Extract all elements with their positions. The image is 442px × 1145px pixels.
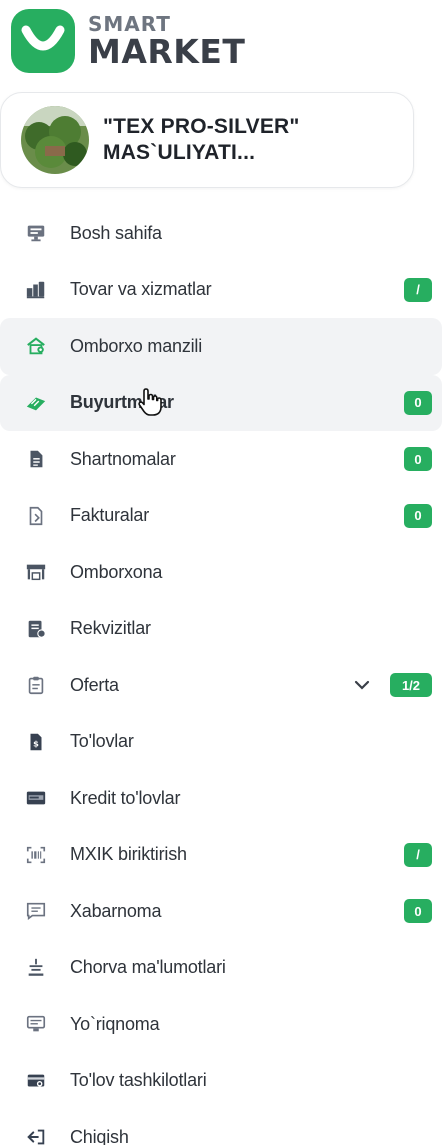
smart-market-logo-icon [11, 9, 75, 73]
invoice-icon [24, 504, 48, 528]
menu-item-omborxo-manzili[interactable]: Omborxo manzili [0, 318, 442, 375]
menu-item-kredit-tolovlar[interactable]: Kredit to'lovlar [0, 770, 442, 827]
menu-item-label: Buyurtmalar [70, 392, 174, 413]
count-badge: 0 [404, 390, 432, 415]
menu-item-yoriqnoma[interactable]: Yo`riqnoma [0, 996, 442, 1053]
goods-icon [24, 278, 48, 302]
store-icon [24, 560, 48, 584]
company-avatar [21, 106, 89, 174]
menu-item-label: Oferta [70, 674, 119, 695]
menu-item-bosh-sahifa[interactable]: Bosh sahifa [0, 205, 442, 262]
logo[interactable]: SMART MARKET [10, 8, 245, 74]
menu-item-tolov-tashkilotlari[interactable]: To'lov tashkilotlari [0, 1053, 442, 1110]
payments-icon: $ [24, 730, 48, 754]
menu-item-label: Rekvizitlar [70, 618, 151, 639]
menu-item-chiqish[interactable]: Chiqish [0, 1109, 442, 1145]
menu-item-label: Chiqish [70, 1126, 129, 1145]
sidebar-menu: Bosh sahifa Tovar va xizmatlar / Omborxo… [0, 205, 442, 1145]
menu-item-buyurtmalar[interactable]: Buyurtmalar 0 [0, 374, 442, 431]
menu-item-mxik-biriktirish[interactable]: MXIK biriktirish / [0, 827, 442, 884]
count-badge: 1/2 [390, 673, 432, 698]
livestock-icon [24, 956, 48, 980]
menu-item-label: Kredit to'lovlar [70, 787, 181, 808]
menu-item-label: Yo`riqnoma [70, 1013, 160, 1034]
monitor-icon [24, 221, 48, 245]
orders-icon [24, 391, 48, 415]
menu-item-tolovlar[interactable]: $ To'lovlar [0, 714, 442, 771]
logo-line-2: MARKET [88, 32, 246, 71]
logo-text: SMART MARKET [88, 14, 245, 68]
menu-item-oferta[interactable]: Oferta 1/2 [0, 657, 442, 714]
clipboard-icon [24, 673, 48, 697]
scan-icon [24, 843, 48, 867]
company-card[interactable]: "TEX PRO-SILVER" MAS`ULIYATI... [0, 92, 414, 188]
logout-icon [24, 1125, 48, 1145]
company-name: "TEX PRO-SILVER" MAS`ULIYATI... [103, 115, 300, 164]
menu-item-fakturalar[interactable]: Fakturalar 0 [0, 488, 442, 545]
menu-item-label: MXIK biriktirish [70, 844, 187, 865]
menu-item-rekvizitlar[interactable]: Rekvizitlar [0, 601, 442, 658]
avatar-image-icon [21, 106, 89, 174]
menu-item-label: Omborxona [70, 561, 163, 582]
count-badge: / [404, 842, 432, 867]
count-badge: 0 [404, 447, 432, 472]
count-badge: 0 [404, 503, 432, 528]
menu-item-label: Omborxo manzili [70, 335, 203, 356]
menu-item-label: Chorva ma'lumotlari [70, 957, 226, 978]
menu-item-label: Fakturalar [70, 505, 150, 526]
document-icon [24, 447, 48, 471]
menu-item-label: Shartnomalar [70, 448, 176, 469]
menu-item-omborxona[interactable]: Omborxona [0, 544, 442, 601]
payment-orgs-icon [24, 1069, 48, 1093]
sidebar: SMART MARKET "TEX PRO-SILVER" MAS`ULIYAT… [0, 0, 442, 1145]
message-icon [24, 899, 48, 923]
menu-item-xabarnoma[interactable]: Xabarnoma 0 [0, 883, 442, 940]
chevron-down-icon[interactable] [352, 675, 372, 695]
menu-item-label: To'lovlar [70, 731, 134, 752]
menu-item-label: To'lov tashkilotlari [70, 1070, 207, 1091]
menu-item-label: Bosh sahifa [70, 222, 162, 243]
warehouse-address-icon [24, 334, 48, 358]
menu-item-tovar-va-xizmatlar[interactable]: Tovar va xizmatlar / [0, 262, 442, 319]
credit-card-icon [24, 786, 48, 810]
logo-line-1: SMART [88, 12, 171, 36]
menu-item-shartnomalar[interactable]: Shartnomalar 0 [0, 431, 442, 488]
requisites-icon [24, 617, 48, 641]
menu-item-chorva-malumotlari[interactable]: Chorva ma'lumotlari [0, 940, 442, 997]
menu-item-label: Tovar va xizmatlar [70, 279, 212, 300]
count-badge: / [404, 277, 432, 302]
svg-text:$: $ [33, 738, 39, 748]
guide-icon [24, 1012, 48, 1036]
menu-item-label: Xabarnoma [70, 900, 162, 921]
count-badge: 0 [404, 899, 432, 924]
